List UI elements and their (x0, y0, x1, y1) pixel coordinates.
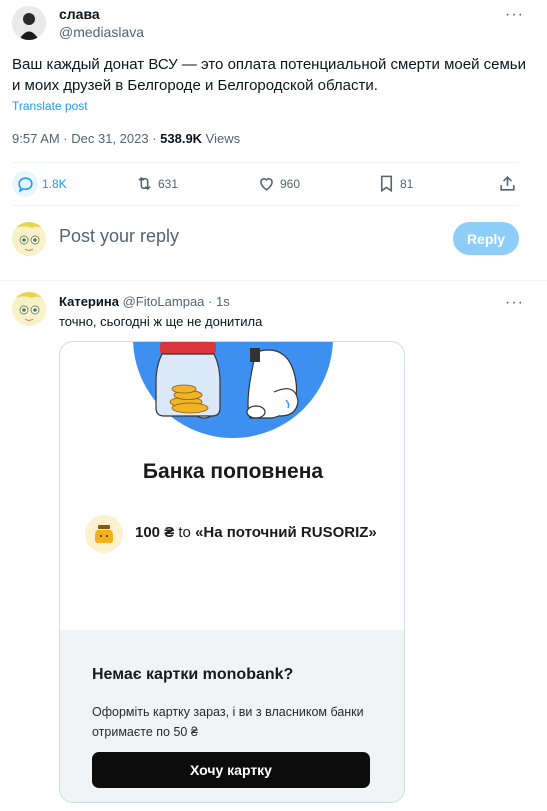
repost-action[interactable]: 631 (135, 174, 178, 193)
deposit-amount: 100 ₴ (135, 524, 175, 541)
reply-icon (12, 171, 38, 197)
repost-icon (138, 176, 151, 191)
tweet-meta: 9:57 AM · Dec 31, 2023 · 538.9K Views (12, 131, 240, 146)
reply-author-avatar[interactable] (12, 292, 46, 326)
share-icon (500, 176, 515, 191)
deposit-to: to (174, 524, 196, 541)
reply-header: Катерина @FitoLampaa · 1s (59, 294, 230, 309)
like-action[interactable]: 960 (257, 174, 300, 193)
want-card-button: Хочу картку (92, 752, 370, 788)
tweet-time[interactable]: 9:57 AM · Dec 31, 2023 · (12, 131, 160, 146)
promo-panel: Немає картки monobank? Оформіть картку з… (60, 630, 404, 802)
views-count: 538.9K (160, 131, 203, 146)
card-title: Банка поповнена (142, 460, 324, 483)
reply-input[interactable]: Post your reply (59, 226, 179, 247)
reply-author-name[interactable]: Катерина (59, 294, 119, 309)
author-name[interactable]: слава (59, 6, 100, 22)
like-count: 960 (280, 176, 301, 191)
divider (12, 162, 518, 163)
more-icon[interactable]: ··· (505, 294, 524, 312)
promo-title: Немає картки monobank? (92, 666, 294, 683)
reply-time[interactable]: · 1s (208, 294, 230, 309)
author-avatar[interactable] (12, 6, 46, 40)
translate-link[interactable]: Translate post (12, 99, 88, 113)
more-icon[interactable]: ··· (505, 6, 524, 24)
reply-count: 1.8K (42, 177, 67, 191)
reply-button[interactable]: Reply (453, 222, 519, 255)
reply-text: точно, сьогодні ж ще не донитила (59, 314, 263, 329)
author-handle[interactable]: @mediaslava (59, 24, 144, 40)
promo-text: Оформіть картку зараз, і ви з власником … (92, 705, 364, 739)
tweet-text: Ваш каждый донат ВСУ — это оплата потенц… (12, 56, 526, 94)
views-label: Views (202, 131, 241, 146)
divider (12, 205, 518, 206)
repost-count: 631 (158, 176, 179, 191)
deposit-line: 100 ₴ to «На поточний RUSORIZ» (135, 524, 377, 541)
share-action[interactable] (498, 174, 517, 193)
bookmark-count: 81 (400, 176, 414, 191)
reply-author-handle[interactable]: @FitoLampaa (123, 294, 205, 309)
my-avatar[interactable] (12, 222, 46, 256)
jar-illustration (133, 342, 333, 438)
attached-image[interactable]: Банка поповнена 100 ₴ to «На поточний RU… (59, 341, 405, 803)
divider (0, 280, 547, 281)
heart-icon (260, 178, 273, 191)
honey-jar-icon (85, 515, 123, 553)
reply-action[interactable]: 1.8K (12, 171, 67, 197)
deposit-destination: «На поточний RUSORIZ» (195, 524, 377, 541)
bookmark-icon (380, 175, 393, 193)
bookmark-action[interactable]: 81 (377, 174, 413, 193)
